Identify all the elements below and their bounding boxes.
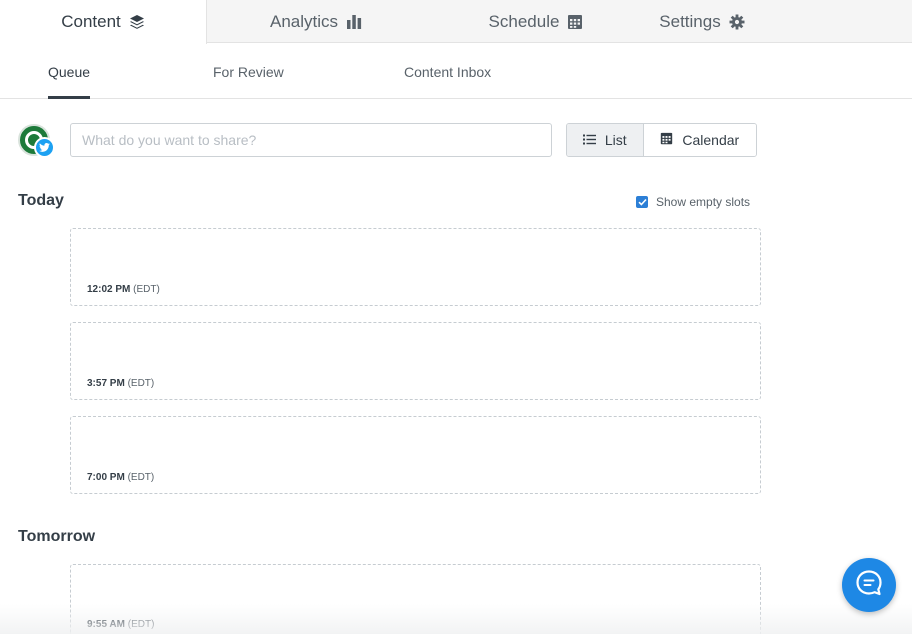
queue-slot[interactable]: 12:02 PM (EDT) xyxy=(70,228,761,306)
queue-slot[interactable]: 3:57 PM (EDT) xyxy=(70,322,761,400)
slot-time-value: 3:57 PM xyxy=(87,378,125,389)
show-empty-slots-label: Show empty slots xyxy=(656,195,751,209)
subtab-content-inbox-label: Content Inbox xyxy=(404,63,492,80)
slot-time: 3:57 PM (EDT) xyxy=(87,378,154,389)
slot-time: 12:02 PM (EDT) xyxy=(87,284,160,295)
list-view-button[interactable]: List xyxy=(567,124,644,156)
tab-settings-label: Settings xyxy=(659,11,721,31)
slot-timezone: (EDT) xyxy=(127,619,155,630)
view-toggle: List Calendar xyxy=(566,123,757,157)
calendar-view-label: Calendar xyxy=(682,132,740,148)
slot-timezone: (EDT) xyxy=(127,378,155,389)
tab-content-label: Content xyxy=(61,12,121,31)
bar-chart-icon xyxy=(346,14,362,30)
queue-slot[interactable]: 7:00 PM (EDT) xyxy=(70,416,761,494)
tab-content[interactable]: Content xyxy=(0,0,207,44)
subtab-queue[interactable]: Queue xyxy=(48,44,91,99)
calendar-view-button[interactable]: Calendar xyxy=(643,124,756,156)
sub-navigation: Queue For Review Content Inbox xyxy=(0,44,912,99)
calendar-grid-icon xyxy=(567,14,583,30)
chat-bubble-icon xyxy=(855,569,883,602)
show-empty-slots-checkbox[interactable] xyxy=(636,196,648,208)
subtab-queue-label: Queue xyxy=(48,63,91,80)
calendar-icon xyxy=(660,132,673,148)
slot-time: 9:55 AM (EDT) xyxy=(87,619,154,630)
tab-analytics[interactable]: Analytics xyxy=(255,0,377,43)
share-input[interactable] xyxy=(70,123,552,157)
slot-timezone: (EDT) xyxy=(127,472,155,483)
gear-icon xyxy=(729,14,745,30)
subtab-for-review[interactable]: For Review xyxy=(213,44,284,99)
layers-icon xyxy=(129,14,145,30)
tab-schedule-label: Schedule xyxy=(488,11,560,31)
show-empty-slots-toggle[interactable]: Show empty slots xyxy=(636,195,750,209)
slot-time: 7:00 PM (EDT) xyxy=(87,472,154,483)
tab-schedule[interactable]: Schedule xyxy=(472,0,600,43)
tab-analytics-label: Analytics xyxy=(269,11,339,31)
queue-slot[interactable]: 9:55 AM (EDT) xyxy=(70,564,761,634)
day-heading-today: Today xyxy=(18,192,64,209)
chat-button[interactable] xyxy=(842,558,896,612)
day-heading-tomorrow: Tomorrow xyxy=(18,528,96,545)
tab-settings[interactable]: Settings xyxy=(643,0,761,43)
subtab-content-inbox[interactable]: Content Inbox xyxy=(404,44,491,99)
slot-time-value: 7:00 PM xyxy=(87,472,125,483)
twitter-icon xyxy=(34,137,55,158)
subtab-for-review-label: For Review xyxy=(213,63,284,80)
list-icon xyxy=(582,132,596,148)
slot-time-value: 12:02 PM xyxy=(87,284,131,295)
top-navigation: Content Analytics Schedule Settings xyxy=(0,0,912,44)
slot-timezone: (EDT) xyxy=(133,284,160,295)
slot-time-value: 9:55 AM xyxy=(87,619,125,630)
list-view-label: List xyxy=(604,132,627,148)
